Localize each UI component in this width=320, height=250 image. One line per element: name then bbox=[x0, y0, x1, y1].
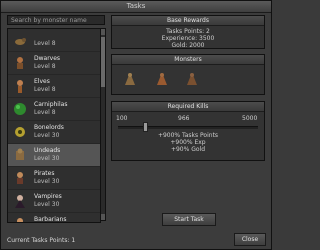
window-title: Tasks bbox=[1, 1, 271, 13]
monster-name: Carniphilas bbox=[34, 101, 68, 108]
scroll-down-icon[interactable] bbox=[101, 214, 105, 220]
current-task-points: Current Tasks Points: 1 bbox=[7, 237, 76, 244]
vampire-icon bbox=[15, 195, 25, 208]
undead-icon bbox=[157, 73, 167, 85]
search-input[interactable]: Search by monster name bbox=[7, 15, 105, 25]
required-kills-title: Required Kills bbox=[112, 102, 264, 112]
kills-slider-handle[interactable] bbox=[143, 122, 149, 132]
monster-level: Level 8 bbox=[34, 86, 56, 93]
list-scrollbar[interactable] bbox=[100, 28, 106, 221]
bonus-points: +900% Tasks Points bbox=[157, 132, 219, 139]
start-task-button[interactable]: Start Task bbox=[162, 213, 216, 226]
scroll-thumb[interactable] bbox=[101, 37, 105, 87]
monsters-title: Monsters bbox=[112, 55, 264, 65]
monsters-panel: Monsters bbox=[111, 54, 265, 95]
barbarian-icon bbox=[17, 218, 23, 222]
list-item[interactable]: Barbarians bbox=[8, 213, 100, 223]
monster-level: Level 30 bbox=[34, 178, 60, 185]
carniphila-icon bbox=[14, 103, 26, 115]
monster-name: Vampires bbox=[34, 193, 62, 200]
reward-task-points: Tasks Points: 2 bbox=[166, 28, 210, 35]
list-item[interactable]: Dwarves Level 8 bbox=[8, 52, 100, 75]
kills-current: 966 bbox=[178, 115, 190, 122]
list-item[interactable]: Undeads Level 30 bbox=[8, 144, 100, 167]
kills-min: 100 bbox=[116, 115, 128, 122]
monster-name: Elves bbox=[34, 78, 50, 85]
list-item[interactable]: Bonelords Level 30 bbox=[8, 121, 100, 144]
undead-icon bbox=[125, 73, 135, 85]
kills-slider[interactable] bbox=[118, 126, 258, 129]
tasks-window: Tasks Search by monster name Level 8 Dwa… bbox=[0, 0, 272, 250]
monster-level: Level 30 bbox=[34, 155, 60, 162]
elf-icon bbox=[17, 80, 23, 93]
dwarf-icon bbox=[17, 57, 23, 69]
list-item[interactable]: Level 8 bbox=[8, 29, 100, 52]
list-item[interactable]: Carniphilas Level 8 bbox=[8, 98, 100, 121]
bonus-exp: +900% Exp bbox=[170, 139, 206, 146]
monster-list: Level 8 Dwarves Level 8 Elves Level 8 Ca… bbox=[7, 28, 101, 223]
kills-max: 5000 bbox=[242, 115, 258, 122]
list-item[interactable]: Elves Level 8 bbox=[8, 75, 100, 98]
scroll-up-icon[interactable] bbox=[101, 29, 105, 35]
bonelord-icon bbox=[15, 127, 25, 137]
list-item[interactable]: Vampires Level 30 bbox=[8, 190, 100, 213]
undead-icon bbox=[187, 73, 197, 85]
monster-name: Undeads bbox=[34, 147, 61, 154]
undead-icon bbox=[16, 148, 24, 160]
close-button[interactable]: Close bbox=[234, 233, 266, 246]
monster-level: Level 30 bbox=[34, 132, 60, 139]
bonus-gold: +90% Gold bbox=[170, 146, 206, 153]
reward-gold: Gold: 2000 bbox=[171, 42, 205, 49]
rat-icon bbox=[15, 38, 26, 45]
monster-level: Level 30 bbox=[34, 201, 60, 208]
monster-level: Level 8 bbox=[34, 63, 56, 70]
monster-name: Bonelords bbox=[34, 124, 64, 131]
pirate-icon bbox=[17, 172, 23, 184]
monster-name: Dwarves bbox=[34, 55, 61, 62]
monster-name: Barbarians bbox=[34, 216, 67, 223]
list-item[interactable]: Pirates Level 30 bbox=[8, 167, 100, 190]
required-kills-panel: Required Kills 100 966 5000 +900% Tasks … bbox=[111, 101, 265, 161]
monster-name: Pirates bbox=[34, 170, 55, 177]
base-rewards-title: Base Rewards bbox=[112, 16, 264, 26]
base-rewards-panel: Base Rewards Tasks Points: 2 Experience:… bbox=[111, 15, 265, 49]
monster-level: Level 8 bbox=[34, 109, 56, 116]
monster-level: Level 8 bbox=[34, 40, 56, 47]
reward-experience: Experience: 3500 bbox=[161, 35, 215, 42]
